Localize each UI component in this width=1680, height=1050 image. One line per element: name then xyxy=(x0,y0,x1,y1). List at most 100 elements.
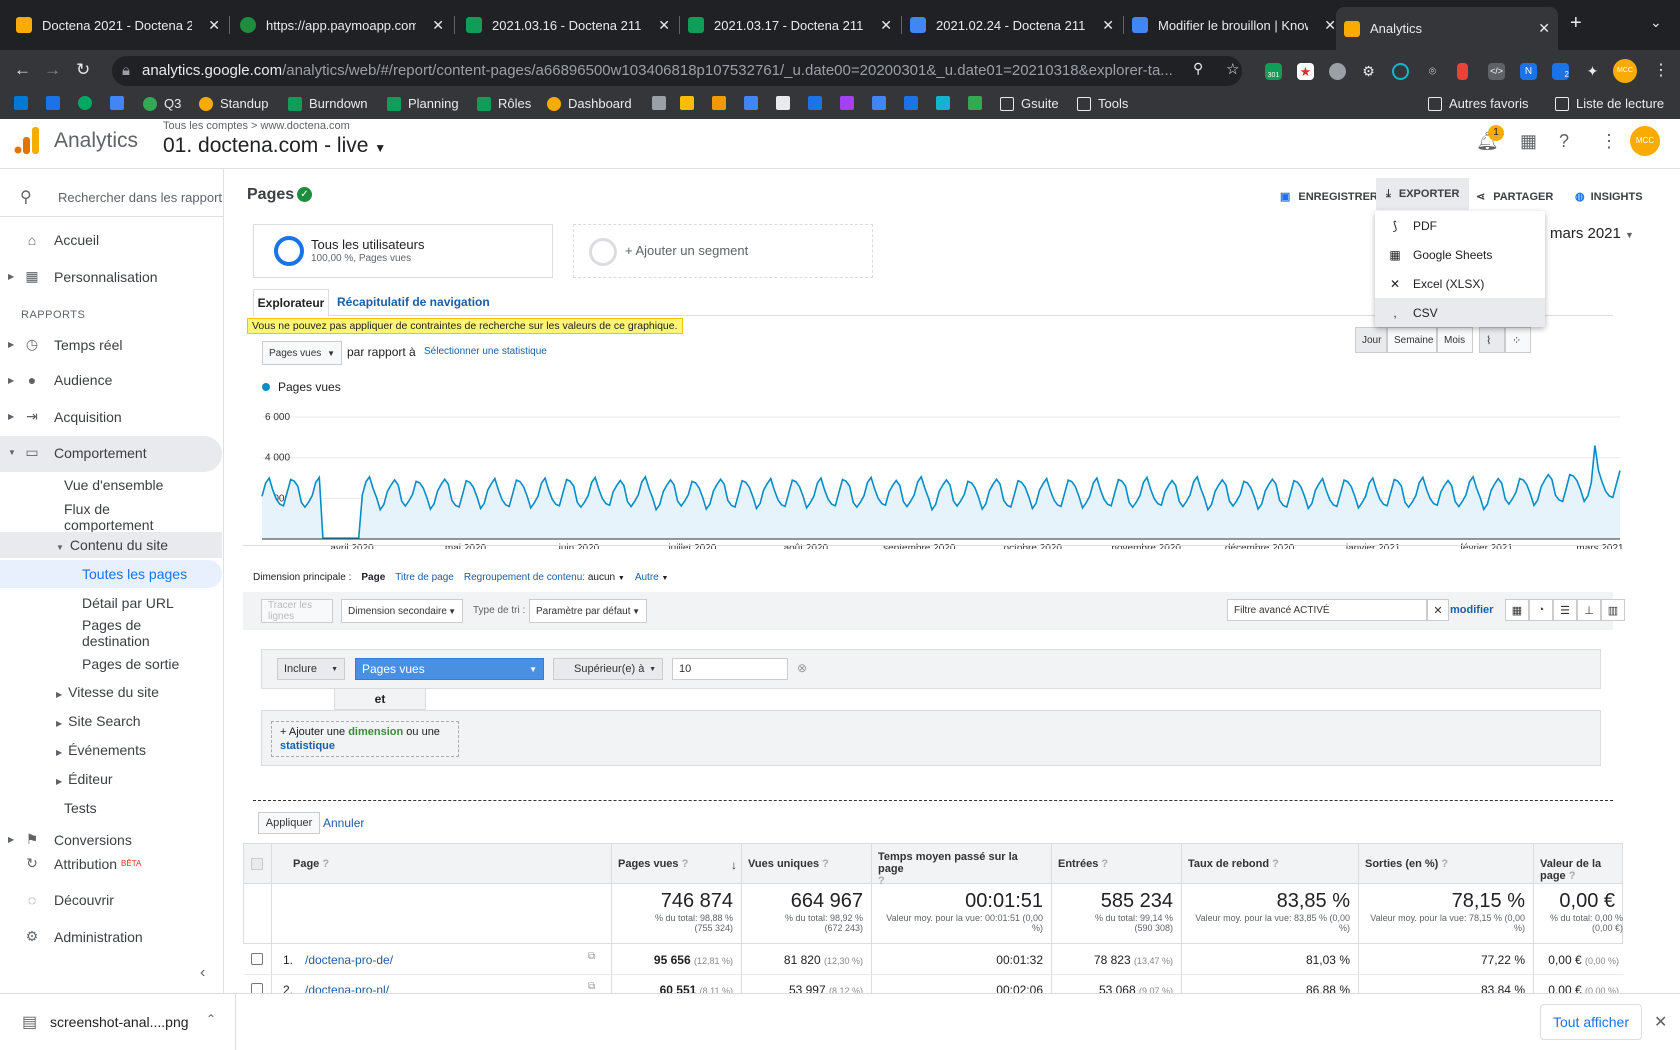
nav-admin[interactable]: ⚙ Administration xyxy=(0,928,143,945)
advanced-filter-box[interactable]: Filtre avancé ACTIVÉ xyxy=(1227,599,1427,621)
collapse-nav-icon[interactable]: ‹ xyxy=(200,964,205,982)
add-segment-button[interactable]: + Ajouter un segment xyxy=(573,224,873,278)
bookmark-other[interactable]: Autres favoris xyxy=(1428,96,1528,111)
close-icon[interactable]: ✕ xyxy=(432,17,444,34)
page-link[interactable]: /doctena-pro-de/ xyxy=(305,953,393,967)
extension-icon[interactable] xyxy=(1457,63,1468,80)
reading-list[interactable]: Liste de lecture xyxy=(1555,96,1664,111)
bookmark-icon[interactable] xyxy=(652,96,673,110)
bookmark-star-icon[interactable]: ☆ xyxy=(1226,60,1239,78)
help-icon[interactable]: ? xyxy=(1559,131,1569,152)
bookmark-burndown[interactable]: Burndown xyxy=(288,96,368,111)
bookmark-folder-gsuite[interactable]: Gsuite xyxy=(1000,96,1059,111)
extension-icon[interactable] xyxy=(1392,63,1409,80)
column-header[interactable]: Page ? xyxy=(293,858,329,870)
download-item[interactable]: ▤ screenshot-anal....png ⌃ xyxy=(0,994,236,1050)
bookmark-icon[interactable] xyxy=(872,96,893,110)
bookmark-folder-tools[interactable]: Tools xyxy=(1077,96,1128,111)
browser-tab[interactable]: Doctena 2021 - Doctena 20 ✕ xyxy=(8,7,228,43)
filter-operator-select[interactable]: Supérieur(e) à ▼ xyxy=(553,658,663,680)
search-input[interactable]: Rechercher dans les rapport xyxy=(58,190,222,205)
filter-value-input[interactable]: 10 xyxy=(672,658,788,680)
nav-all-pages[interactable]: Toutes les pages xyxy=(82,566,187,582)
select-all-checkbox[interactable] xyxy=(251,858,263,870)
dimension-other[interactable]: Autre ▼ xyxy=(635,572,669,583)
close-icon[interactable]: ✕ xyxy=(208,17,220,34)
period-week-button[interactable]: Semaine xyxy=(1387,327,1437,353)
plot-rows-button[interactable]: Tracer les lignes xyxy=(261,599,333,623)
nav-attribution[interactable]: ↻ Attribution BÊTA xyxy=(0,855,141,872)
column-header[interactable]: Sorties (en %) ? xyxy=(1365,858,1448,870)
bookmark-icon[interactable] xyxy=(808,96,829,110)
bookmark-dashboard[interactable]: Dashboard xyxy=(547,96,632,111)
address-bar[interactable]: 🔒︎ analytics.google.com/analytics/web/#/… xyxy=(112,56,1242,86)
period-day-button[interactable]: Jour xyxy=(1355,327,1387,353)
nav-landing-pages[interactable]: Pages de destination xyxy=(82,617,182,649)
bookmark-standup[interactable]: Standup xyxy=(199,96,268,111)
secondary-dimension-select[interactable]: Dimension secondaire ▼ xyxy=(341,599,463,623)
browser-tab[interactable]: 2021.02.24 - Doctena 2112 ✕ xyxy=(902,7,1122,43)
profile-avatar[interactable]: MCC xyxy=(1613,59,1637,83)
export-csv[interactable]: , CSV xyxy=(1375,298,1545,327)
bookmark-icon[interactable] xyxy=(46,96,67,110)
comparison-view-icon[interactable]: ⊥ xyxy=(1577,599,1601,621)
forward-icon[interactable]: → xyxy=(44,60,61,80)
column-header[interactable]: Valeur de la page ? xyxy=(1540,858,1623,882)
row-checkbox[interactable] xyxy=(251,953,263,965)
bookmark-icon[interactable] xyxy=(110,96,131,110)
remove-condition-icon[interactable]: ⊗ xyxy=(797,661,807,675)
browser-tab[interactable]: 2021.03.17 - Doctena 2112 ✕ xyxy=(680,7,900,43)
apply-filter-button[interactable]: Appliquer xyxy=(258,812,320,834)
property-selector[interactable]: 01. doctena.com - live ▼ xyxy=(163,134,386,158)
bookmark-icon[interactable] xyxy=(680,96,701,110)
bookmark-icon[interactable] xyxy=(968,96,989,110)
browser-tab[interactable]: https://app.paymoapp.com/ ✕ xyxy=(232,7,452,43)
nav-customization[interactable]: ▶ ▦ Personnalisation xyxy=(0,268,158,285)
metric-selector[interactable]: Pages vues ▼ xyxy=(262,341,342,365)
column-header[interactable]: Taux de rebond ? xyxy=(1188,858,1279,870)
filter-include-select[interactable]: Inclure ▼ xyxy=(277,658,345,680)
open-link-icon[interactable]: ⧉ xyxy=(588,951,595,962)
close-icon[interactable]: ✕ xyxy=(1654,1012,1667,1032)
reload-icon[interactable]: ↻ xyxy=(76,60,90,80)
dimension-page-title[interactable]: Titre de page xyxy=(395,572,454,583)
extension-icon[interactable]: ★ xyxy=(1297,63,1314,80)
tab-explorer[interactable]: Explorateur xyxy=(253,289,329,317)
dimension-content-grouping[interactable]: Regroupement de contenu: aucun ▼ xyxy=(464,572,625,583)
chevron-up-icon[interactable]: ⌃ xyxy=(206,1012,216,1026)
add-dimension-or-metric[interactable]: + Ajouter une dimension ou une statistiqu… xyxy=(271,721,459,757)
extension-icon[interactable] xyxy=(1329,63,1346,80)
nav-behavior[interactable]: ▼ ▭ Comportement xyxy=(0,444,147,461)
close-icon[interactable]: ✕ xyxy=(658,17,670,34)
column-header-sorted[interactable]: Pages vues ? ↓ xyxy=(618,858,743,872)
breadcrumb[interactable]: Tous les comptes > www.doctena.com xyxy=(163,120,350,132)
sort-type-select[interactable]: Paramètre par défaut ▼ xyxy=(529,599,647,623)
cancel-filter-link[interactable]: Annuler xyxy=(323,816,364,830)
nav-site-content[interactable]: ▼ Contenu du site xyxy=(56,537,168,553)
extension-icon[interactable]: </> xyxy=(1488,63,1505,80)
nav-experiments[interactable]: Tests xyxy=(64,800,97,816)
nav-acquisition[interactable]: ▶ ⇥ Acquisition xyxy=(0,408,122,425)
nav-publisher[interactable]: ▶ Éditeur xyxy=(56,771,113,787)
zoom-icon[interactable]: ⚲ xyxy=(1193,60,1203,77)
insights-button[interactable]: ◍ INSIGHTS xyxy=(1575,190,1643,204)
nav-realtime[interactable]: ▶ ◷ Temps réel xyxy=(0,336,122,353)
period-month-button[interactable]: Mois xyxy=(1437,327,1473,353)
column-header[interactable]: Entrées ? xyxy=(1058,858,1108,870)
nav-audience[interactable]: ▶ ● Audience xyxy=(0,372,112,388)
segment-card[interactable]: Tous les utilisateurs 100,00 %, Pages vu… xyxy=(253,224,553,278)
redirect-extension-icon[interactable]: 301 xyxy=(1265,63,1282,80)
bookmark-planning[interactable]: Planning xyxy=(387,96,459,111)
motion-chart-icon[interactable]: ⁘ xyxy=(1505,327,1531,353)
back-icon[interactable]: ← xyxy=(14,60,31,80)
settings-extension-icon[interactable]: ⚙ xyxy=(1360,63,1377,80)
open-link-icon[interactable]: ⧉ xyxy=(588,981,595,992)
nav-events[interactable]: ▶ Événements xyxy=(56,742,146,758)
row-checkbox[interactable] xyxy=(251,983,263,993)
tab-navigation-summary[interactable]: Récapitulatif de navigation xyxy=(337,295,490,309)
modify-filter-link[interactable]: modifier xyxy=(1450,604,1493,616)
nav-home[interactable]: ⌂ Accueil xyxy=(0,232,99,248)
nav-conversions[interactable]: ▶ ⚑ Conversions xyxy=(0,831,132,848)
show-all-downloads-button[interactable]: Tout afficher xyxy=(1540,1004,1642,1040)
extension-icon[interactable]: N xyxy=(1520,63,1537,80)
